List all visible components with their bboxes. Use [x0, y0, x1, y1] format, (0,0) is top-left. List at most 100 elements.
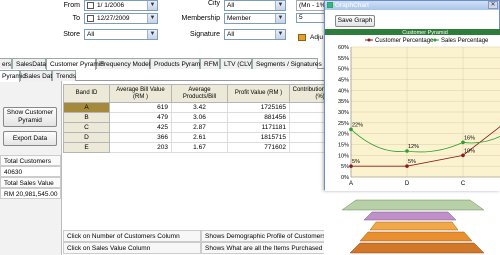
profit-cell[interactable]: 881456	[227, 112, 290, 123]
y-tick-label: 40%	[338, 88, 349, 94]
table-row[interactable]: B 479 3.06 881456 13.85	[63, 112, 351, 123]
store-select[interactable]: All ▼	[84, 29, 158, 40]
pyramid-visual	[324, 190, 500, 255]
data-label: 10%	[464, 148, 475, 154]
membership-select[interactable]: Member ▼	[224, 13, 286, 24]
profit-cell[interactable]: 1815715	[227, 132, 290, 143]
data-label: 16%	[464, 135, 475, 141]
membership-label: Membership	[181, 15, 220, 22]
y-tick-label: 15%	[338, 143, 349, 149]
column-header[interactable]: Average Products/Bill	[171, 84, 228, 103]
band-cell[interactable]: A	[63, 102, 110, 113]
show-customer-pyramid-button[interactable]: Show Customer Pyramid	[3, 107, 57, 127]
to-label: To	[72, 15, 80, 22]
signature-select[interactable]: All ▼	[224, 29, 286, 40]
x-tick-label: D	[405, 181, 410, 187]
chevron-down-icon: ▼	[275, 1, 285, 10]
bill-cell[interactable]: 366	[109, 132, 172, 143]
tab-frequency-modeling[interactable]: Frequency Modeling	[96, 58, 159, 69]
pyramid-layer	[341, 199, 485, 211]
data-label: 12%	[408, 144, 419, 150]
table-row[interactable]: A 619 3.42 1725165 27.1	[63, 102, 351, 113]
tab-customers[interactable]: ers	[0, 58, 12, 69]
y-tick-label: 20%	[338, 132, 349, 138]
signature-label: Signature	[190, 31, 220, 38]
info-cell: Click on Sales Value Column	[63, 242, 201, 254]
chevron-down-icon: ▼	[147, 14, 157, 23]
bill-cell[interactable]: 619	[109, 102, 172, 113]
y-tick-label: 50%	[338, 67, 349, 73]
profit-cell[interactable]: 771602	[227, 142, 290, 153]
products-cell[interactable]: 2.87	[171, 122, 228, 133]
y-tick-label: 5%	[341, 164, 349, 170]
products-cell[interactable]: 3.06	[171, 112, 228, 123]
band-cell[interactable]: B	[63, 112, 110, 123]
total-customers-label: Total Customers	[0, 155, 61, 166]
legend-marker	[433, 38, 437, 42]
save-graph-button[interactable]: Save Graph	[335, 15, 375, 27]
bill-cell[interactable]: 203	[109, 142, 172, 153]
close-icon[interactable]: ✕	[488, 1, 498, 9]
legend-label: Customer Percentage	[375, 38, 434, 44]
column-header[interactable]: Profit Value (RM )	[227, 84, 290, 103]
graph-window-titlebar[interactable]: GraphChart ✕	[325, 1, 499, 10]
band-cell[interactable]: E	[63, 142, 110, 153]
y-tick-label: 60%	[338, 45, 349, 51]
products-cell[interactable]: 2.61	[171, 132, 228, 143]
pyramid-layer	[369, 221, 459, 231]
tab-products-pyramid[interactable]: Products Pyramid	[150, 58, 205, 69]
legend-label: Sales Percentage	[441, 38, 489, 44]
chevron-down-icon: ▼	[147, 1, 157, 10]
y-tick-label: 25%	[338, 121, 349, 127]
city-select[interactable]: All ▼	[224, 0, 286, 11]
column-header[interactable]: Average Bill Value (RM )	[109, 84, 172, 103]
adjust-label: Adju	[310, 34, 324, 41]
pyramid-layer	[349, 242, 485, 254]
tab-pyramid[interactable]: Pyramid	[0, 70, 26, 82]
data-label: 5%	[352, 159, 360, 165]
total-customers-value: 40630	[0, 166, 61, 177]
total-sales-value: RM 20,981,545.00	[0, 188, 61, 199]
table-row[interactable]: E 203 1.67 771602 12.12	[63, 142, 351, 153]
tab-ltv[interactable]: LTV (CLV)	[220, 58, 254, 69]
export-data-button[interactable]: Export Data	[3, 131, 57, 146]
tab-customer-pyramid[interactable]: Customer Pyramid	[46, 58, 104, 70]
y-tick-label: 0%	[341, 175, 349, 181]
tab-salesdata[interactable]: SalesData	[12, 58, 46, 69]
y-tick-label: 55%	[338, 56, 349, 62]
profit-cell[interactable]: 1725165	[227, 102, 290, 113]
products-cell[interactable]: 1.67	[171, 142, 228, 153]
tab-trends[interactable]: Trends	[52, 70, 76, 81]
graph-window-title: GraphChart	[335, 2, 369, 9]
products-cell[interactable]: 3.42	[171, 102, 228, 113]
chevron-down-icon: ▼	[275, 30, 285, 39]
band-cell[interactable]: C	[63, 122, 110, 133]
bill-cell[interactable]: 479	[109, 112, 172, 123]
y-tick-label: 45%	[338, 78, 349, 84]
tab-segments[interactable]: Segments / Signatures	[252, 58, 322, 69]
pyramid-layer	[363, 211, 457, 221]
table-row[interactable]: C 425 2.87 1171181 18.4	[63, 122, 351, 133]
sub-tab-bar: Pyramid Sales Data Trends	[0, 70, 330, 82]
total-sales-label: Total Sales Value	[0, 177, 61, 188]
to-date-picker[interactable]: 12/27/2009 ▼	[84, 13, 158, 24]
table-row[interactable]: D 366 2.61 1815715 28.53	[63, 132, 351, 143]
pyramid-layer	[359, 231, 473, 242]
chart-area: Customer Pyramid Customer Percentage Sales…	[325, 29, 500, 191]
tab-rfm[interactable]: RFM	[200, 58, 220, 69]
data-label: 5%	[408, 159, 416, 165]
chevron-down-icon: ▼	[147, 30, 157, 39]
store-label: Store	[63, 31, 80, 38]
chart-title: Customer Pyramid	[402, 30, 448, 36]
column-header[interactable]: Band ID	[63, 84, 110, 103]
y-tick-label: 35%	[338, 99, 349, 105]
checkbox-icon	[87, 15, 94, 22]
bill-cell[interactable]: 425	[109, 122, 172, 133]
band-cell[interactable]: D	[63, 132, 110, 143]
pyramid-graphic	[341, 199, 485, 254]
x-tick-label: C	[461, 181, 466, 187]
chart-icon	[327, 2, 333, 8]
from-date-picker[interactable]: 1/ 1/2006 ▼	[84, 0, 158, 11]
y-tick-label: 30%	[338, 110, 349, 116]
profit-cell[interactable]: 1171181	[227, 122, 290, 133]
